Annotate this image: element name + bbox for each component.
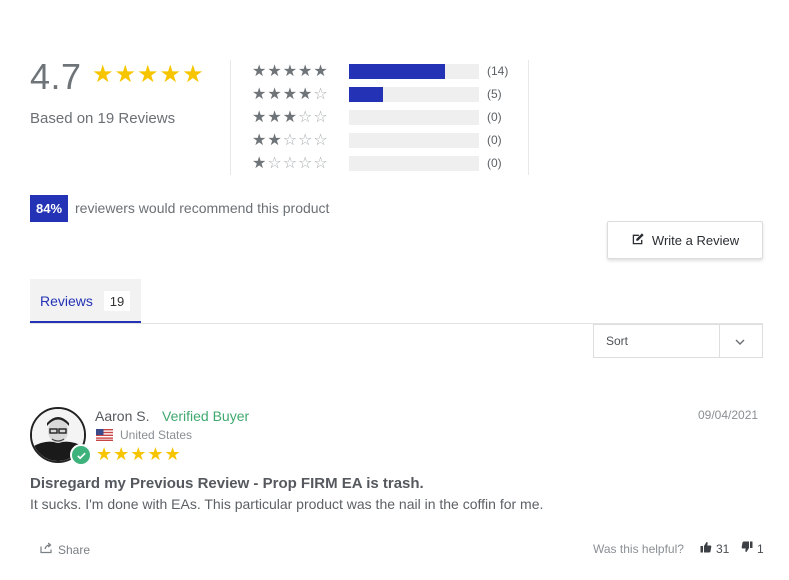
histogram-count: (0) <box>487 110 502 124</box>
upvote-count: 31 <box>716 541 730 556</box>
filled-star-icons: ★★ <box>252 132 283 149</box>
histogram-row[interactable]: ★★★★★ (14) <box>252 61 532 81</box>
review-author: Aaron S. <box>95 408 150 424</box>
histogram-count: (5) <box>487 87 502 101</box>
histogram-row[interactable]: ★☆☆☆☆ (0) <box>252 153 532 173</box>
tab-reviews-label: Reviews <box>40 293 93 309</box>
empty-star-icons: ☆☆☆☆ <box>267 155 329 172</box>
downvote-button[interactable]: 1 <box>741 541 764 556</box>
histogram-stars: ★☆☆☆☆ <box>252 153 329 173</box>
filled-star-icons: ★★★ <box>252 109 299 126</box>
recommend-percent-badge: 84% <box>30 195 68 222</box>
share-button[interactable]: Share <box>40 542 90 557</box>
histogram-stars: ★★☆☆☆ <box>252 130 329 150</box>
filled-star-icons: ★ <box>252 155 268 172</box>
sort-label: Sort <box>606 334 629 348</box>
histogram-stars: ★★★☆☆ <box>252 107 329 127</box>
chevron-down-icon <box>734 335 746 347</box>
verified-buyer-label: Verified Buyer <box>162 408 250 424</box>
histogram-count: (0) <box>487 156 502 170</box>
histogram-row[interactable]: ★★☆☆☆ (0) <box>252 130 532 150</box>
review-title: Disregard my Previous Review - Prop FIRM… <box>30 475 424 492</box>
upvote-button[interactable]: 31 <box>700 541 729 556</box>
helpful-label: Was this helpful? <box>593 542 684 556</box>
histogram-bar <box>349 64 479 79</box>
average-rating: 4.7 <box>30 56 82 97</box>
empty-star-icons: ☆ <box>313 86 329 103</box>
verified-check-icon <box>70 444 92 466</box>
write-review-button[interactable]: Write a Review <box>607 221 763 259</box>
empty-star-icons: ☆☆ <box>298 109 329 126</box>
review-stars: ★★★★★ <box>96 444 182 464</box>
review-count-text: Based on 19 Reviews <box>30 110 176 127</box>
histogram-stars: ★★★★☆ <box>252 84 329 104</box>
histogram-bar <box>349 156 479 171</box>
histogram-bar <box>349 110 479 125</box>
empty-star-icons: ☆☆☆ <box>282 132 329 149</box>
histogram-bar <box>349 133 479 148</box>
filled-star-icons: ★★★★★ <box>252 63 329 80</box>
histogram-row[interactable]: ★★★★☆ (5) <box>252 84 532 104</box>
share-icon <box>40 542 52 557</box>
divider <box>719 325 720 357</box>
histogram-bar <box>349 87 479 102</box>
reviewer-country: United States <box>120 428 193 442</box>
histogram-count: (14) <box>487 64 509 78</box>
thumbs-up-icon <box>700 541 712 556</box>
tab-reviews-count: 19 <box>104 291 130 311</box>
histogram-bar-fill <box>349 64 445 79</box>
review-date: 09/04/2021 <box>698 408 759 422</box>
divider <box>230 60 231 175</box>
thumbs-down-icon <box>741 541 753 556</box>
histogram-bar-fill <box>349 87 383 102</box>
share-label: Share <box>58 542 91 557</box>
tab-reviews[interactable]: Reviews 19 <box>30 279 141 324</box>
filled-star-icons: ★★★★ <box>252 86 314 103</box>
us-flag-icon <box>96 428 113 441</box>
edit-icon <box>631 232 645 249</box>
recommend-text: reviewers would recommend this product <box>75 200 330 216</box>
sort-dropdown[interactable]: Sort <box>593 324 763 358</box>
histogram-row[interactable]: ★★★☆☆ (0) <box>252 107 532 127</box>
downvote-count: 1 <box>757 541 764 556</box>
write-review-label: Write a Review <box>651 232 740 248</box>
average-stars: ★★★★★ <box>92 61 205 88</box>
histogram-stars: ★★★★★ <box>252 61 329 81</box>
review-body: It sucks. I'm done with EAs. This partic… <box>30 496 544 512</box>
histogram-count: (0) <box>487 133 502 147</box>
